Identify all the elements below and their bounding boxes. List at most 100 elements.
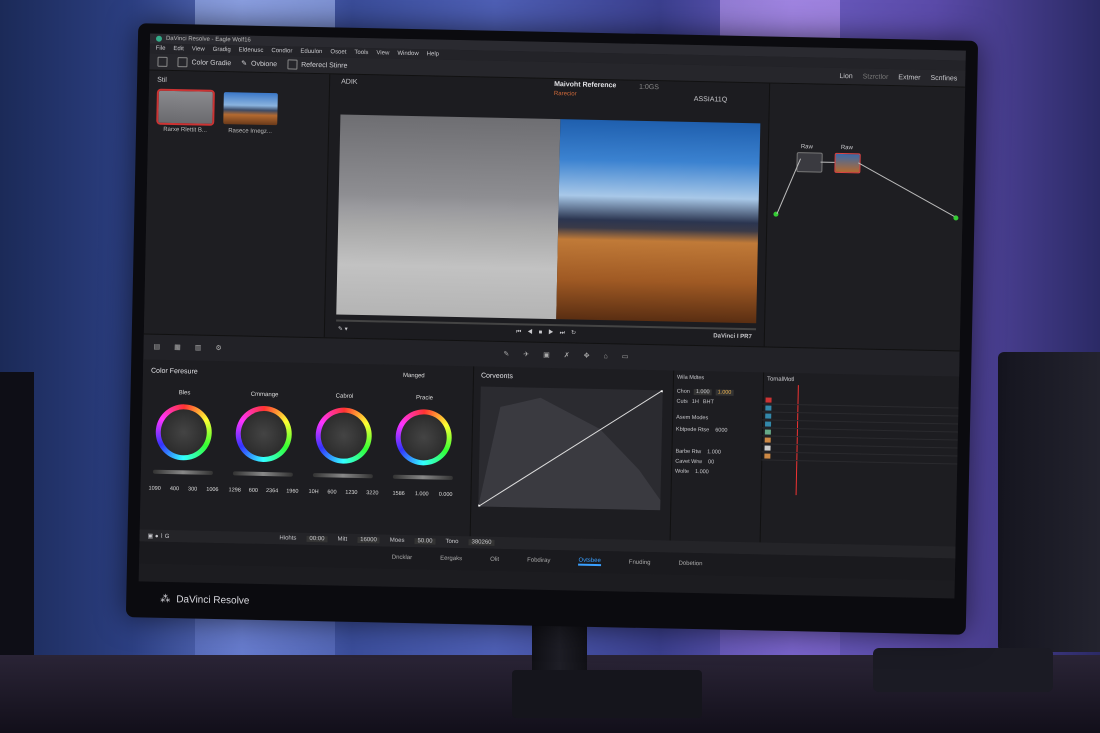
menu-tools[interactable]: Tools [354, 50, 368, 56]
davinci-logo-icon: ⁂ [160, 593, 171, 606]
param-row-4-label: Barbe Rtw [675, 448, 702, 456]
node-2[interactable] [834, 152, 861, 174]
gallery-thumb-2[interactable] [223, 92, 278, 126]
brand-label: DaVinci Resolve [176, 594, 250, 607]
w2v0[interactable]: 1298 [228, 487, 240, 493]
folder-icon [177, 57, 188, 68]
viewer-mode[interactable]: ADIK [341, 79, 357, 86]
param-row-5-value[interactable]: 00 [708, 459, 714, 465]
w3v2[interactable]: 1230 [345, 490, 357, 496]
param-row-1-v2[interactable]: 1.000 [715, 389, 734, 396]
wheel-1-slider[interactable] [152, 469, 213, 475]
param-row-2-v2[interactable]: BHT [703, 399, 714, 405]
screen: DaVinci Resolve - Eagle Wolf16 File Edit… [138, 33, 966, 599]
menu-help[interactable]: Help [427, 51, 439, 57]
viewer-title-extra: 1:0GS [639, 83, 660, 92]
param-row-2-v1[interactable]: 1H [692, 399, 699, 405]
zoom-select[interactable]: ASSIA11Q [694, 96, 727, 104]
gallery-thumb-1[interactable] [156, 88, 215, 126]
color-mode[interactable]: Manged [403, 373, 425, 379]
menu-window[interactable]: Window [397, 51, 418, 57]
tone-value[interactable]: 380260 [468, 539, 495, 546]
menu-item-5[interactable]: Eldenusc [239, 47, 264, 54]
param-row-3-value[interactable]: 6000 [715, 427, 727, 433]
tr-scnfines[interactable]: Scnfines [930, 74, 957, 82]
w3v3[interactable]: 3220 [366, 490, 378, 496]
w3v0[interactable]: 10H [308, 489, 318, 495]
w4v2[interactable]: 0.000 [439, 492, 453, 498]
wheel-4[interactable] [395, 408, 453, 466]
wheel-2[interactable] [235, 405, 293, 463]
page-5[interactable]: Ovtsbee [578, 557, 601, 567]
curves-title: Corveonts [480, 372, 513, 381]
w4v1[interactable]: 1.000 [415, 491, 429, 497]
moes-value[interactable]: 50.00 [414, 538, 436, 545]
menu-view-2[interactable]: View [376, 50, 389, 56]
reference-button[interactable]: Referecl Stinre [287, 59, 347, 70]
param-row-6: Wolte 1.000 [675, 469, 709, 476]
menu-item-6[interactable]: Condior [271, 48, 292, 54]
menu-view[interactable]: View [192, 46, 205, 52]
page-6[interactable]: Fnuding [629, 560, 651, 566]
param-row-6-value[interactable]: 1.000 [695, 469, 709, 475]
params-section-2: Asem Modes [676, 414, 709, 422]
w3v1[interactable]: 600 [327, 489, 336, 495]
param-row-1: Chon 1.000 1.000 [677, 389, 734, 396]
picker-icon[interactable]: ✎ ▾ [338, 326, 348, 333]
wheel-3[interactable] [315, 407, 373, 465]
w1v2[interactable]: 300 [188, 486, 197, 492]
wheel-3-slider[interactable] [312, 473, 373, 479]
curve-svg [476, 388, 665, 511]
w1v3[interactable]: 1006 [206, 487, 218, 493]
page-3[interactable]: Olit [490, 557, 499, 563]
wheel-2-slider[interactable] [232, 471, 293, 477]
viewer-left-grayscale [336, 114, 561, 320]
page-1[interactable]: Dncklar [392, 555, 412, 561]
param-row-2-label: Cuts [676, 398, 688, 405]
panel-toggle-icon[interactable] [157, 56, 168, 67]
param-row-4-value[interactable]: 1.000 [707, 449, 721, 455]
curves-panel: Corveonts [469, 366, 675, 541]
param-row-1-v1[interactable]: 1.000 [693, 388, 712, 396]
gallery-label: Stil [157, 76, 167, 84]
w1v0[interactable]: 1090 [149, 486, 161, 492]
timeline-tracks [761, 396, 959, 465]
tr-stz[interactable]: Stzrctlor [863, 73, 889, 81]
mitt-value[interactable]: 16000 [357, 536, 380, 544]
node-editor[interactable]: Raw Raw [762, 83, 966, 388]
menu-item-7[interactable]: Eduulon [300, 49, 322, 55]
page-7[interactable]: Dobetion [678, 561, 702, 568]
hihts-value[interactable]: 00:00 [306, 535, 328, 543]
tr-lion[interactable]: Lion [839, 72, 852, 79]
node-1[interactable] [796, 152, 823, 173]
wheel-1[interactable] [155, 403, 213, 461]
status-icons[interactable]: ▣ ● ⌇ G [148, 532, 170, 539]
brand: ⁂ DaVinci Resolve [160, 594, 249, 607]
palette-tool-icons[interactable]: ▤▦▥⚙ [153, 343, 235, 353]
page-4[interactable]: Fobdiray [527, 558, 550, 564]
w2v3[interactable]: 1960 [286, 488, 298, 494]
transport-controls[interactable]: ⏮◀■▶⏭↻ [516, 328, 582, 337]
color-grade-button[interactable]: Color Gradie [177, 57, 231, 68]
tr-extmer[interactable]: Extmer [898, 74, 920, 81]
toolbar-tab-2[interactable]: ✎ Ovbione [241, 59, 277, 68]
wheel-2-values: 1298 600 2364 1960 [228, 487, 298, 494]
viewer[interactable] [336, 114, 761, 324]
w1v1[interactable]: 400 [170, 486, 179, 492]
w4v0[interactable]: 1586 [392, 491, 404, 497]
wheel-4-slider[interactable] [392, 474, 453, 480]
gallery-thumb-2-label: Rasece Irnegz... [228, 128, 272, 136]
w2v2[interactable]: 2364 [266, 488, 278, 494]
viewer-title: Maivoht Reference [554, 80, 617, 90]
curve-graph[interactable] [476, 386, 665, 511]
menu-edit[interactable]: Edit [173, 46, 183, 52]
menu-grading[interactable]: Gradig [213, 47, 231, 53]
pen-icon: ✎ [241, 60, 248, 68]
page-2[interactable]: Eergaks [440, 556, 462, 562]
menu-file[interactable]: File [156, 46, 166, 52]
wheel-2-label: Cmmange [250, 391, 279, 399]
menu-item-8[interactable]: Osoet [330, 49, 346, 55]
node-link-out [858, 162, 955, 217]
w2v1[interactable]: 600 [249, 488, 258, 494]
toolbar-icons[interactable]: ✎✈▣✗✥⌂▭ [503, 350, 642, 361]
